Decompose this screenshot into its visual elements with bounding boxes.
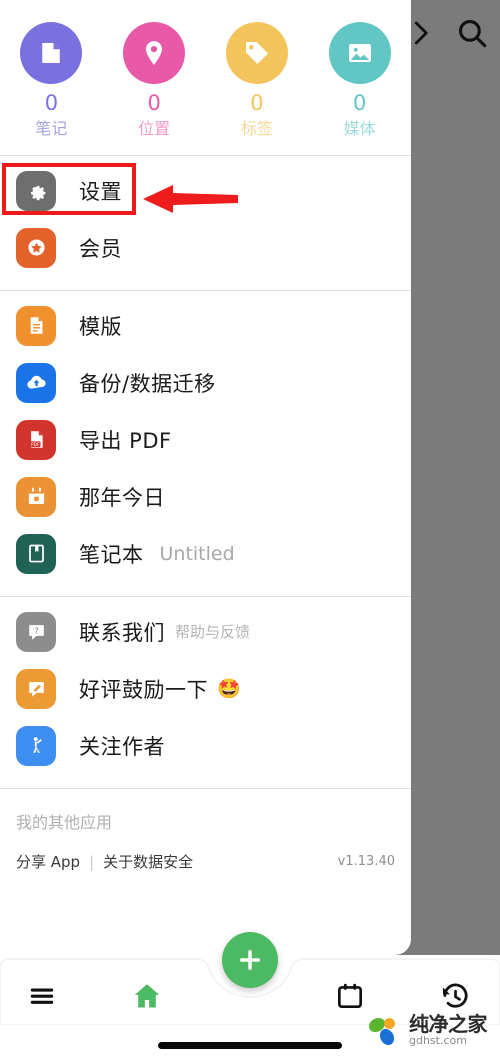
menu-item-label: 笔记本 [79, 542, 144, 567]
notebook-icon [16, 533, 56, 574]
menu-item-subtitle: 帮助与反馈 [175, 623, 251, 641]
menu-item-settings[interactable]: 设置 [0, 162, 411, 219]
menu-item-label: 好评鼓励一下 [79, 677, 208, 702]
menu-item-notebook[interactable]: 笔记本 Untitled [0, 525, 411, 582]
menu-item-label: 联系我们 [79, 620, 165, 645]
add-button[interactable] [222, 932, 278, 988]
menu-item-export-pdf[interactable]: PDF 导出 PDF [0, 411, 411, 468]
other-apps-label[interactable]: 我的其他应用 [0, 803, 411, 833]
calendar-outline-icon [338, 983, 362, 1008]
menu-item-rate-app[interactable]: 好评鼓励一下 🤩 [0, 660, 411, 717]
question-bubble-icon: ? [16, 611, 56, 652]
rate-bubble-icon [16, 668, 56, 709]
star-badge-icon [16, 227, 56, 268]
data-safety-link[interactable]: 关于数据安全 [103, 851, 193, 872]
stat-media[interactable]: 0 媒体 [308, 22, 411, 137]
drawer-footer: 我的其他应用 分享 App | 关于数据安全 v1.13.40 [0, 789, 411, 872]
svg-text:PDF: PDF [30, 442, 39, 448]
menu-item-label: 关注作者 [79, 734, 165, 759]
watermark-title: 纯净之家 [409, 1012, 488, 1037]
stat-notes[interactable]: 0 笔记 [0, 22, 103, 137]
calendar-icon [16, 476, 56, 517]
image-icon [328, 22, 391, 84]
stat-count: 0 [250, 91, 264, 115]
tag-icon [225, 22, 288, 84]
stat-locations[interactable]: 0 位置 [103, 22, 206, 137]
search-icon[interactable] [455, 16, 489, 52]
location-icon [123, 22, 186, 84]
star-struck-emoji: 🤩 [217, 678, 241, 700]
nav-item-menu[interactable] [16, 973, 68, 1019]
stat-label: 位置 [138, 119, 171, 138]
stat-count: 0 [44, 91, 59, 115]
menu-icon [30, 988, 54, 1004]
watermark: 纯净之家 gdhst.com [366, 1012, 488, 1050]
menu-group-tools: 模版 备份/数据迁移 PDF 导出 PDF 那年今日 笔记本 Untitled [0, 291, 411, 588]
footer-separator: | [89, 852, 95, 871]
stat-count: 0 [352, 91, 367, 115]
menu-item-label: 备份/数据迁移 [79, 371, 216, 396]
menu-item-label: 模版 [79, 314, 122, 339]
gear-icon [16, 170, 56, 211]
menu-item-template[interactable]: 模版 [0, 297, 411, 354]
stat-label: 笔记 [35, 119, 68, 138]
menu-item-label: 会员 [79, 236, 122, 261]
menu-group-support: ? 联系我们 帮助与反馈 好评鼓励一下 🤩 关注作者 [0, 597, 411, 780]
cloud-upload-icon [16, 362, 56, 403]
stat-label: 媒体 [343, 119, 376, 138]
menu-group-primary: 设置 会员 [0, 156, 411, 282]
menu-item-label: 设置 [79, 179, 122, 204]
stat-tags[interactable]: 0 标签 [206, 22, 309, 137]
person-wave-icon [16, 725, 56, 766]
home-indicator [158, 1042, 342, 1049]
svg-text:?: ? [34, 627, 39, 637]
menu-item-contact-us[interactable]: ? 联系我们 帮助与反馈 [0, 603, 411, 660]
note-icon [20, 22, 83, 84]
app-screen: 0 笔记 0 位置 0 标签 0 媒体 设置 会员 模版 备份/数据迁移 PDF… [0, 0, 500, 1063]
history-icon [443, 983, 468, 1008]
footer-links: 分享 App | 关于数据安全 v1.13.40 [0, 833, 411, 872]
menu-item-label: 那年今日 [79, 485, 165, 510]
nav-item-home[interactable] [121, 973, 173, 1019]
watermark-subtitle: gdhst.com [409, 1034, 467, 1048]
navigation-drawer: 0 笔记 0 位置 0 标签 0 媒体 设置 会员 模版 备份/数据迁移 PDF… [0, 0, 411, 955]
stats-row: 0 笔记 0 位置 0 标签 0 媒体 [0, 0, 411, 147]
app-version: v1.13.40 [337, 854, 395, 869]
menu-item-backup[interactable]: 备份/数据迁移 [0, 354, 411, 411]
menu-item-follow-author[interactable]: 关注作者 [0, 717, 411, 774]
watermark-logo-icon [368, 1017, 395, 1046]
stat-label: 标签 [240, 119, 273, 138]
pdf-icon: PDF [16, 419, 56, 460]
share-app-link[interactable]: 分享 App [16, 851, 80, 872]
menu-item-label: 导出 PDF [79, 428, 172, 453]
plus-icon [240, 950, 261, 971]
template-doc-icon [16, 305, 56, 346]
menu-item-membership[interactable]: 会员 [0, 219, 411, 276]
notebook-value: Untitled [159, 542, 235, 565]
menu-item-on-this-day[interactable]: 那年今日 [0, 468, 411, 525]
home-icon [134, 984, 160, 1008]
stat-count: 0 [147, 91, 161, 115]
